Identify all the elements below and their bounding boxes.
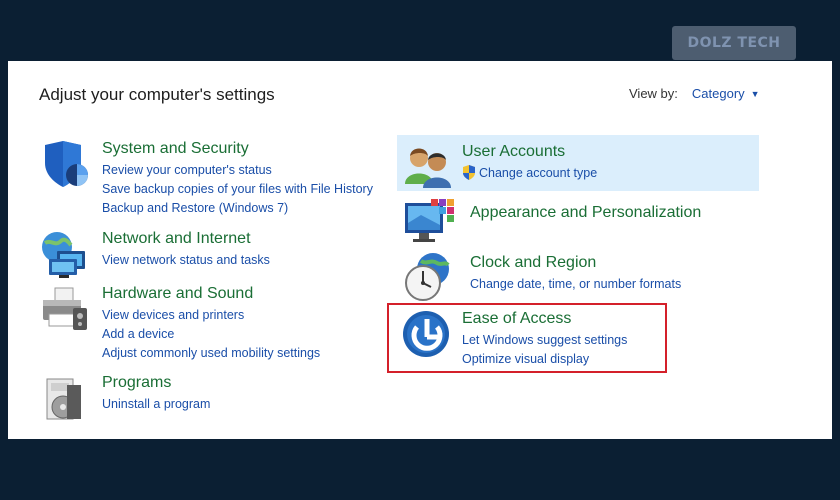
control-panel: Adjust your computer's settings View by:… bbox=[8, 61, 832, 439]
shield-icon bbox=[45, 141, 88, 187]
printer-icon bbox=[43, 287, 87, 330]
category-link[interactable]: Adjust commonly used mobility settings bbox=[102, 344, 320, 363]
view-by-value: Category bbox=[691, 86, 745, 101]
clock-globe-icon bbox=[405, 253, 450, 301]
category-title[interactable]: Clock and Region bbox=[470, 253, 681, 275]
category-link[interactable]: View network status and tasks bbox=[102, 251, 270, 270]
category-link[interactable]: Save backup copies of your files with Fi… bbox=[102, 180, 373, 199]
users-icon bbox=[405, 148, 451, 188]
category-link[interactable]: View devices and printers bbox=[102, 306, 320, 325]
category-link[interactable]: Change account type bbox=[462, 164, 597, 183]
category-link[interactable]: Change date, time, or number formats bbox=[470, 275, 681, 294]
category-link[interactable]: Uninstall a program bbox=[102, 395, 210, 414]
view-by-dropdown[interactable]: Category ▼ bbox=[692, 86, 760, 101]
ease-of-access-callout-box bbox=[387, 303, 667, 373]
chevron-down-icon: ▼ bbox=[750, 88, 760, 99]
category-title[interactable]: Programs bbox=[102, 373, 210, 395]
category-link[interactable]: Review your computer's status bbox=[102, 161, 373, 180]
category-title[interactable]: User Accounts bbox=[462, 142, 597, 164]
view-by-label: View by: bbox=[629, 86, 678, 101]
programs-disc-icon bbox=[46, 378, 81, 420]
network-globe-icon bbox=[42, 232, 85, 278]
category-title[interactable]: Network and Internet bbox=[102, 229, 270, 251]
uac-shield-icon bbox=[463, 165, 475, 180]
view-by: View by: Category ▼ bbox=[629, 86, 760, 101]
category-title[interactable]: System and Security bbox=[102, 139, 373, 161]
category-title[interactable]: Appearance and Personalization bbox=[470, 203, 701, 225]
category-title[interactable]: Hardware and Sound bbox=[102, 284, 320, 306]
page-title: Adjust your computer's settings bbox=[39, 85, 275, 104]
category-link[interactable]: Backup and Restore (Windows 7) bbox=[102, 199, 373, 218]
watermark-logo: DOLZ TECH bbox=[672, 26, 796, 60]
category-link[interactable]: Add a device bbox=[102, 325, 320, 344]
category-link-label: Change account type bbox=[479, 166, 598, 180]
monitor-palette-icon bbox=[405, 199, 454, 242]
